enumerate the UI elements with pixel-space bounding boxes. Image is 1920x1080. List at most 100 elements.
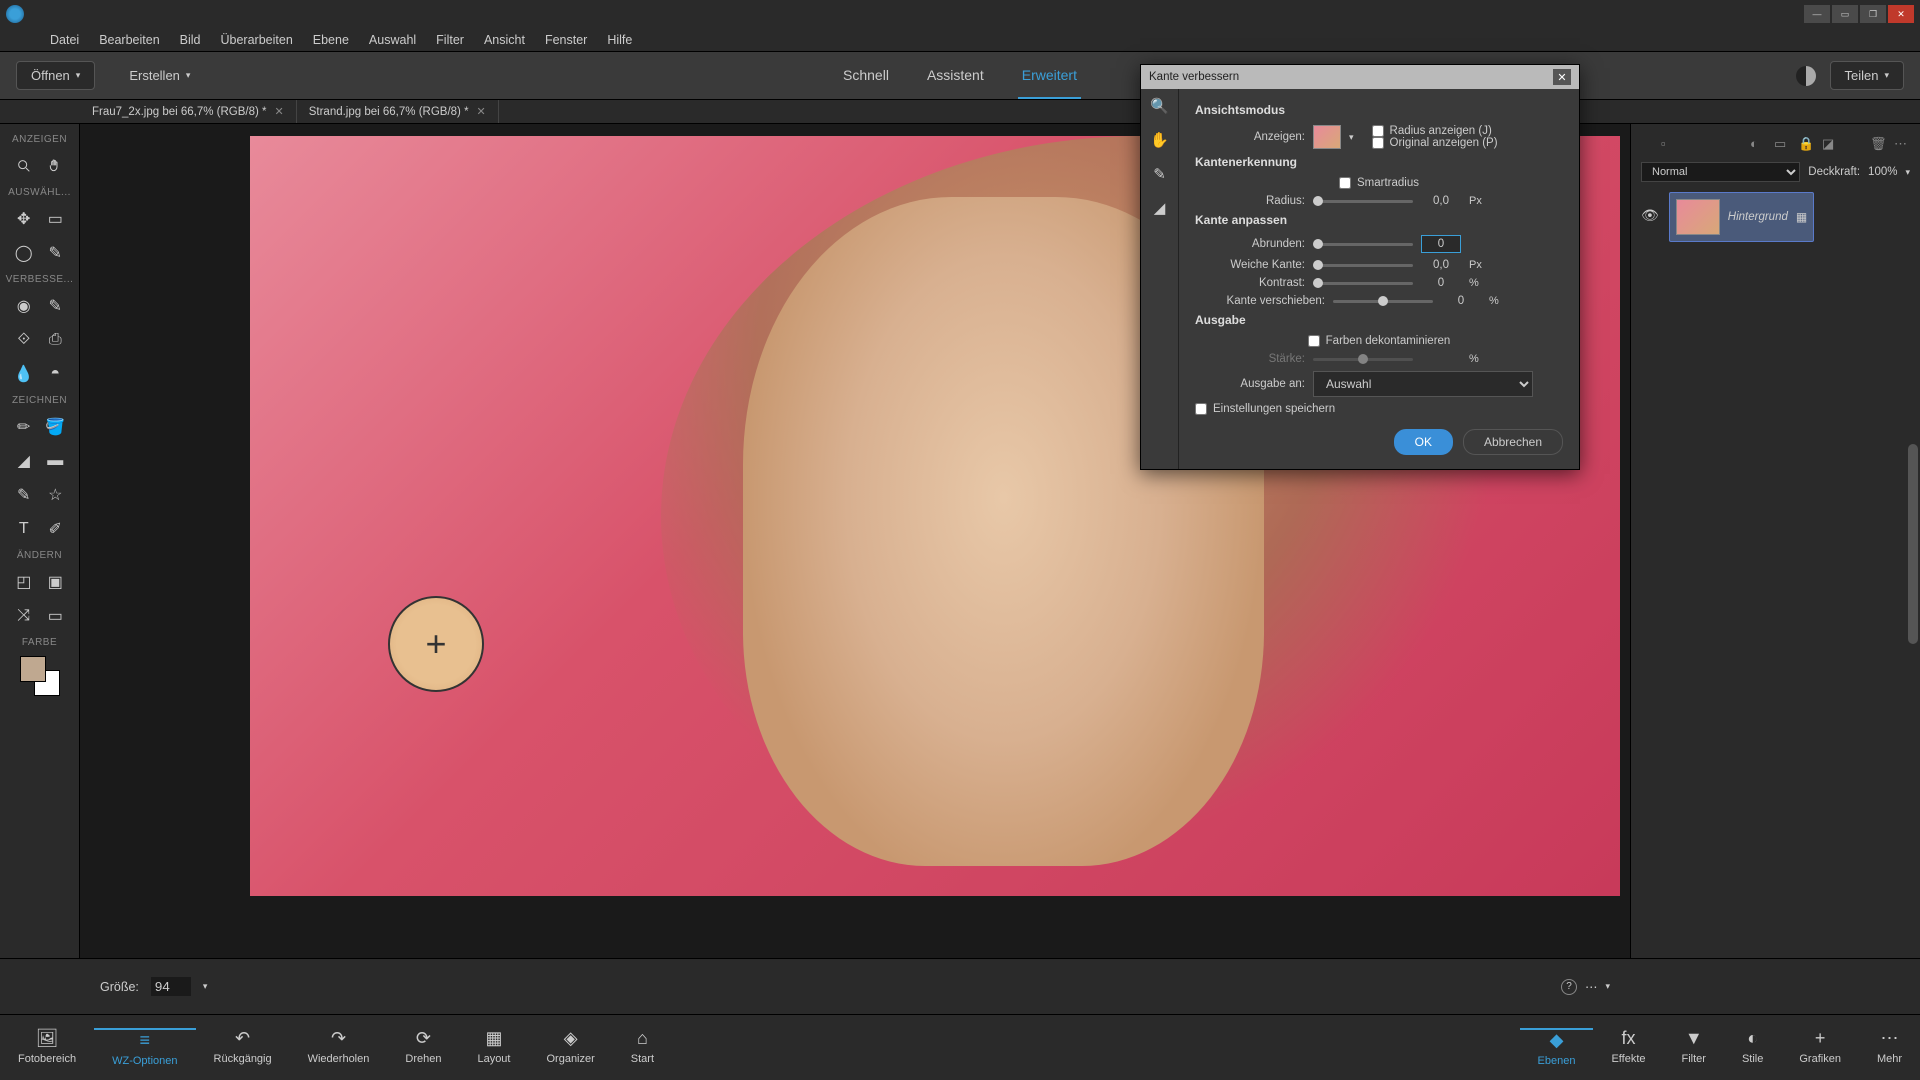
more-icon[interactable]: ⋯ [1585,979,1598,994]
bottom-item-mehr[interactable]: ⋯Mehr [1859,1028,1920,1065]
dlg-zoom-icon[interactable]: 🔍 [1150,97,1169,115]
shuffle-tool[interactable]: ⤨ [11,603,37,629]
clone-tool[interactable]: ⟐ [11,327,37,353]
cancel-button[interactable]: Abbrechen [1463,429,1563,455]
visibility-icon[interactable]: 👁 [1641,207,1659,224]
lock-icon[interactable]: ▦ [1796,210,1807,224]
dlg-hand-icon[interactable]: ✋ [1150,131,1169,149]
hand-tool[interactable] [42,153,68,179]
bottom-item-stile[interactable]: ◐Stile [1724,1028,1781,1065]
smooth-value[interactable]: 0 [1421,235,1461,253]
color-swatch[interactable] [20,656,60,696]
menu-view[interactable]: Ansicht [474,33,535,47]
close-button[interactable]: ✕ [1888,5,1914,23]
size-input[interactable] [151,977,191,996]
smooth-slider[interactable] [1313,243,1413,246]
bottom-item-filter[interactable]: ▼Filter [1664,1028,1724,1065]
menu-edit[interactable]: Bearbeiten [89,33,169,47]
sponge-tool[interactable]: ◓ [42,361,68,387]
brush-tool[interactable]: ✏ [11,414,37,440]
output-select[interactable]: Auswahl [1313,371,1533,397]
feather-slider[interactable] [1313,264,1413,267]
menu-enhance[interactable]: Überarbeiten [211,33,303,47]
chevron-down-icon[interactable]: ▾ [1605,981,1610,992]
help-icon[interactable]: ? [1561,979,1577,995]
text-tool[interactable]: T [11,516,37,542]
menu-icon[interactable]: ⋯ [1894,136,1910,152]
marquee-tool[interactable]: ▭ [42,206,68,232]
decontaminate-checkbox[interactable]: Farben dekontaminieren [1308,335,1451,347]
eyedropper-tool[interactable]: ✎ [11,482,37,508]
show-original-checkbox[interactable]: Original anzeigen (P) [1372,137,1498,149]
lasso-tool[interactable]: ◯ [11,240,37,266]
quick-select-tool[interactable]: ✎ [42,240,68,266]
dialog-titlebar[interactable]: Kante verbessern ✕ [1141,65,1579,89]
shape-tool[interactable]: ☆ [42,482,68,508]
menu-image[interactable]: Bild [170,33,211,47]
straighten-tool[interactable]: ▭ [42,603,68,629]
bottom-item-drehen[interactable]: ⟳Drehen [387,1028,459,1065]
bottom-item-start[interactable]: ⌂Start [613,1028,672,1065]
menu-help[interactable]: Hilfe [597,33,642,47]
bottom-item-wiederholen[interactable]: ↷Wiederholen [290,1028,388,1065]
zoom-tool[interactable] [11,153,37,179]
show-radius-checkbox[interactable]: Radius anzeigen (J) [1372,125,1498,137]
fx-icon[interactable]: ◐ [1750,136,1766,152]
menu-layer[interactable]: Ebene [303,33,359,47]
close-icon[interactable]: ✕ [477,105,486,118]
contrast-slider[interactable] [1313,282,1413,285]
shift-slider[interactable] [1333,300,1433,303]
adjust-icon[interactable]: ◪ [1822,136,1838,152]
move-tool[interactable]: ✥ [11,206,37,232]
menu-select[interactable]: Auswahl [359,33,426,47]
menu-file[interactable]: Datei [40,33,89,47]
view-thumbnail[interactable] [1313,125,1341,149]
dlg-erase-icon[interactable]: ◢ [1154,199,1166,217]
trash-icon[interactable]: 🗑 [1870,136,1886,152]
maximize-button[interactable]: ▭ [1832,5,1858,23]
bottom-item-layout[interactable]: ▦Layout [459,1028,528,1065]
dialog-close-icon[interactable]: ✕ [1553,69,1571,85]
tab-quick[interactable]: Schnell [839,53,893,99]
blur-tool[interactable]: 💧 [11,361,37,387]
layer-item[interactable]: Hintergrund ▦ [1669,192,1814,242]
create-button[interactable]: Erstellen▾ [115,62,204,89]
share-button[interactable]: Teilen▾ [1830,61,1905,90]
gradient-tool[interactable]: ▬ [42,448,68,474]
bottom-item-grafiken[interactable]: +Grafiken [1781,1028,1859,1065]
doc-tab-0[interactable]: Frau7_2x.jpg bei 66,7% (RGB/8) *✕ [80,100,297,123]
recompose-tool[interactable]: ▣ [42,569,68,595]
bottom-item-wz-optionen[interactable]: ≡WZ-Optionen [94,1028,195,1067]
new-layer-icon[interactable]: ▫ [1661,136,1677,152]
bottom-item-organizer[interactable]: ◈Organizer [528,1028,612,1065]
minimize-button[interactable]: — [1804,5,1830,23]
stamp-tool[interactable]: ⎙ [42,327,68,353]
mask-icon[interactable]: ▭ [1774,136,1790,152]
pencil-tool[interactable]: ✐ [42,516,68,542]
tab-advanced[interactable]: Erweitert [1018,53,1081,99]
doc-tab-1[interactable]: Strand.jpg bei 66,7% (RGB/8) *✕ [297,100,499,123]
redeye-tool[interactable]: ◉ [11,293,37,319]
restore-button[interactable]: ❐ [1860,5,1886,23]
bottom-item-fotobereich[interactable]: 🖼Fotobereich [0,1028,94,1065]
bottom-item-effekte[interactable]: fxEffekte [1593,1028,1663,1065]
theme-toggle-icon[interactable] [1796,66,1816,86]
dlg-brush-icon[interactable]: ✎ [1153,165,1166,183]
vertical-scrollbar[interactable] [1908,444,1918,644]
smart-radius-checkbox[interactable]: Smartradius [1339,177,1419,189]
open-button[interactable]: Öffnen▾ [16,61,95,90]
size-dropdown-icon[interactable]: ▾ [203,981,208,992]
blend-mode-select[interactable]: Normal [1641,162,1800,182]
bucket-tool[interactable]: 🪣 [42,414,68,440]
remember-checkbox[interactable]: Einstellungen speichern [1195,403,1335,415]
bottom-item-rückgängig[interactable]: ↶Rückgängig [196,1028,290,1065]
link-icon[interactable]: 🔒 [1798,136,1814,152]
opacity-value[interactable]: 100% [1868,166,1897,178]
crop-tool[interactable]: ◰ [11,569,37,595]
ok-button[interactable]: OK [1394,429,1453,455]
radius-slider[interactable] [1313,200,1413,203]
menu-filter[interactable]: Filter [426,33,474,47]
spot-heal-tool[interactable]: ✎ [42,293,68,319]
tab-assist[interactable]: Assistent [923,53,988,99]
fill-tool[interactable]: ◢ [11,448,37,474]
